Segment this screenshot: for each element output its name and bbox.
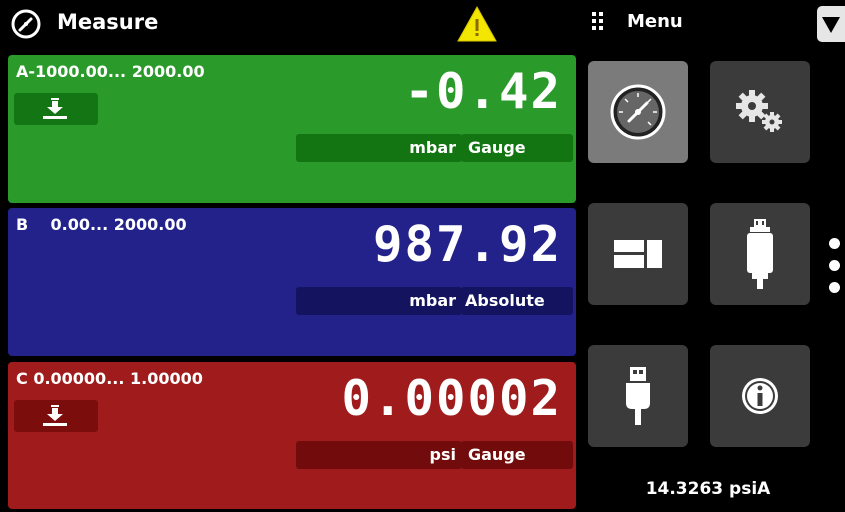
tare-button[interactable]: [14, 93, 98, 125]
settings-gears-icon: [736, 90, 782, 132]
warning-icon[interactable]: [456, 4, 498, 44]
channel-panel-a[interactable]: A-1000.00... 2000.00 -0.42 mbar Gauge: [8, 55, 576, 203]
unit-label: mbar: [409, 138, 456, 157]
measure-gauge-icon: [610, 84, 666, 140]
settings-tile[interactable]: [710, 61, 810, 163]
menu-label[interactable]: Menu: [627, 11, 683, 33]
display-tile[interactable]: [588, 203, 688, 305]
usb-icon: [626, 367, 650, 425]
measure-tile[interactable]: [588, 61, 688, 163]
barometer-reading: 14.3263 psiA: [645, 479, 771, 499]
range-label: B 0.00... 2000.00: [16, 215, 187, 234]
dropdown-arrow-icon: [822, 17, 840, 33]
gauge-icon: [11, 9, 41, 39]
page-indicator[interactable]: [829, 238, 843, 298]
range-label: C 0.00000... 1.00000: [16, 369, 203, 388]
mode-selector[interactable]: Gauge: [461, 441, 573, 469]
top-bar: Measure Menu: [0, 0, 845, 48]
pressure-reading: -0.42: [404, 63, 562, 120]
tare-icon: [43, 98, 67, 119]
range-label: A-1000.00... 2000.00: [16, 62, 205, 81]
mode-label: Absolute: [465, 291, 545, 310]
display-layout-icon: [614, 240, 662, 268]
unit-selector[interactable]: mbar: [296, 134, 462, 162]
info-tile[interactable]: [710, 345, 810, 447]
sensor-transducer-icon: [747, 219, 773, 289]
info-icon: [742, 378, 778, 414]
unit-selector[interactable]: psi: [296, 441, 462, 469]
pressure-reading: 987.92: [372, 216, 562, 273]
mode-selector[interactable]: Absolute: [461, 287, 573, 315]
channel-panel-c[interactable]: C 0.00000... 1.00000 0.00002 psi Gauge: [8, 362, 576, 509]
tare-icon: [43, 405, 67, 426]
tare-button[interactable]: [14, 400, 98, 432]
channel-panel-b[interactable]: B 0.00... 2000.00 987.92 mbar Absolute: [8, 208, 576, 356]
dropdown-button[interactable]: [817, 6, 845, 42]
page-title: Measure: [57, 10, 159, 34]
pressure-reading: 0.00002: [341, 370, 562, 427]
mode-label: Gauge: [468, 138, 526, 157]
unit-selector[interactable]: mbar: [296, 287, 462, 315]
usb-tile[interactable]: [588, 345, 688, 447]
mode-selector[interactable]: Gauge: [461, 134, 573, 162]
unit-label: psi: [429, 445, 456, 464]
grid-dots-icon: [592, 12, 608, 34]
unit-label: mbar: [409, 291, 456, 310]
mode-label: Gauge: [468, 445, 526, 464]
sensor-tile[interactable]: [710, 203, 810, 305]
